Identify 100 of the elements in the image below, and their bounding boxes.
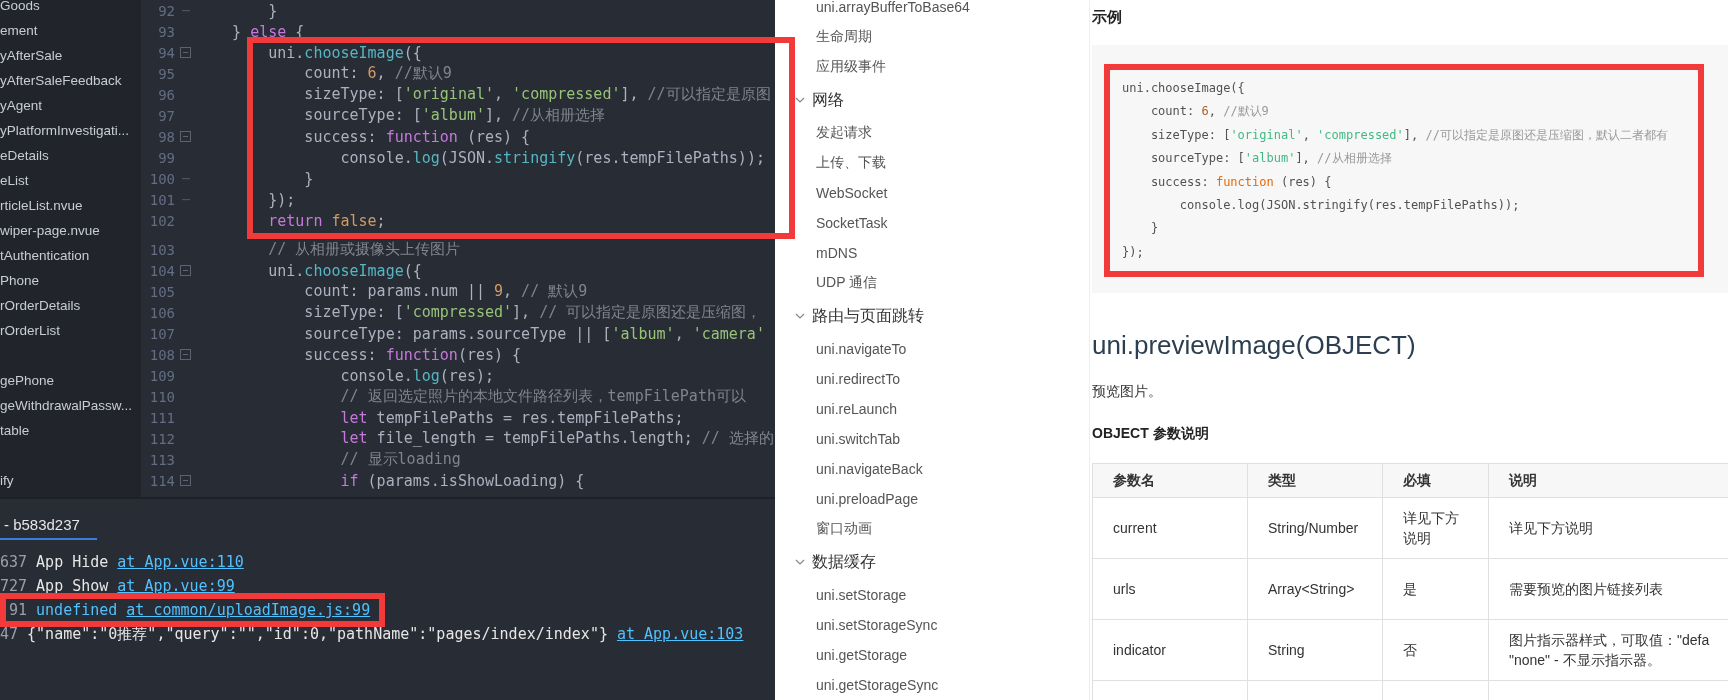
code-line: sourceType: ['album'], //从相册选择 bbox=[1150, 150, 1392, 168]
nav-section-title[interactable]: 网络 bbox=[812, 89, 844, 111]
page-title: uni.previewImage(OBJECT) bbox=[1092, 329, 1417, 362]
file-tree-item[interactable]: yPlatformInvestigati... bbox=[0, 123, 130, 138]
nav-link[interactable]: SocketTask bbox=[816, 215, 888, 231]
nav-link[interactable]: uni.setStorage bbox=[816, 587, 907, 603]
nav-link[interactable]: WebSocket bbox=[816, 185, 888, 201]
nav-link[interactable]: uni.reLaunch bbox=[816, 401, 897, 417]
file-tree-item[interactable]: Phone bbox=[0, 273, 40, 288]
code-line: } bbox=[1150, 220, 1159, 238]
code-line: success: function(res) { bbox=[304, 345, 522, 364]
code-line: console.log(res); bbox=[340, 366, 494, 385]
code-line: }); bbox=[1122, 243, 1144, 261]
code-line: // 从相册或摄像头上传图片 bbox=[268, 240, 461, 259]
file-tree-item[interactable]: rticleList.nvue bbox=[0, 198, 83, 213]
file-tree-item[interactable]: yAfterSale bbox=[0, 48, 63, 63]
file-tree-item[interactable]: ify bbox=[0, 473, 14, 488]
code-line: sizeType: ['compressed'], // 可以指定是原图还是压缩图， bbox=[304, 303, 762, 322]
line-number: 97 bbox=[157, 107, 175, 124]
log-timestamp: 637 bbox=[0, 553, 28, 571]
nav-link[interactable]: uni.getStorageSync bbox=[816, 677, 939, 693]
table-cell: String bbox=[1247, 619, 1383, 681]
code-line: // 返回选定照片的本地文件路径列表，tempFilePath可以 bbox=[340, 387, 746, 406]
nav-link[interactable]: 应用级事件 bbox=[816, 58, 886, 76]
line-number: 100 bbox=[148, 170, 175, 187]
source-link[interactable]: at common/uploadImage.js:99 bbox=[126, 601, 371, 619]
nav-link[interactable]: uni.setStorageSync bbox=[816, 617, 938, 633]
file-tree-item[interactable]: yAfterSaleFeedback bbox=[0, 73, 122, 88]
code-line: console.log(JSON.stringify(res.tempFilePaths)); bbox=[1179, 196, 1520, 214]
console-tab[interactable]: - b583d237 bbox=[0, 499, 97, 540]
code-line: uni.chooseImage({ bbox=[268, 43, 422, 62]
column-header: 类型 bbox=[1247, 463, 1383, 498]
table-cell: urls bbox=[1092, 558, 1248, 620]
nav-section-title[interactable]: 路由与页面跳转 bbox=[812, 305, 924, 327]
file-tree-item[interactable]: geWithdrawalPassw... bbox=[0, 398, 133, 413]
file-tree-item[interactable]: eDetails bbox=[0, 148, 49, 163]
code-line: count: params.num || 9, // 默认9 bbox=[304, 282, 588, 301]
nav-link[interactable]: uni.navigateBack bbox=[816, 461, 923, 477]
code-line: sizeType: ['original', 'compressed'], //可以指定是原图还是压缩图，默认二者都有 bbox=[1150, 126, 1668, 144]
code-line: // 显示loading bbox=[340, 450, 461, 469]
line-number: 104 bbox=[148, 262, 175, 279]
code-line: sourceType: ['album'], //从相册选择 bbox=[304, 106, 606, 125]
nav-link[interactable]: uni.arrayBufferToBase64 bbox=[816, 0, 970, 15]
nav-section-title[interactable]: 数据缓存 bbox=[812, 551, 876, 573]
log-timestamp: 727 bbox=[0, 577, 28, 595]
file-tree-item[interactable]: rOrderDetails bbox=[0, 298, 81, 313]
file-tree-item[interactable]: table bbox=[0, 423, 30, 438]
line-number: 102 bbox=[148, 212, 175, 229]
line-number: 98 bbox=[157, 128, 175, 145]
nav-link[interactable]: uni.switchTab bbox=[816, 431, 901, 447]
file-tree-item[interactable]: rOrderList bbox=[0, 323, 60, 338]
source-link[interactable]: at App.vue:99 bbox=[117, 577, 235, 595]
line-number: 112 bbox=[148, 430, 175, 447]
section-heading: 示例 bbox=[1092, 7, 1123, 27]
line-number: 114 bbox=[148, 472, 175, 489]
nav-link[interactable]: 生命周期 bbox=[816, 28, 872, 46]
code-line: } bbox=[304, 169, 314, 188]
source-link[interactable]: at App.vue:103 bbox=[616, 625, 744, 643]
code-line: if (params.isShowLoading) { bbox=[340, 471, 585, 490]
code-line: } bbox=[268, 1, 278, 20]
log-timestamp: 91 bbox=[9, 601, 28, 619]
line-number: 99 bbox=[157, 149, 175, 166]
code-line: let tempFilePaths = res.tempFilePaths; bbox=[340, 408, 684, 427]
nav-link[interactable]: 上传、下载 bbox=[816, 154, 886, 172]
file-tree-item[interactable]: wiper-page.nvue bbox=[0, 223, 100, 238]
code-line: success: function (res) { bbox=[304, 127, 531, 146]
log-timestamp: 47 bbox=[0, 625, 19, 643]
code-line: console.log(JSON.stringify(res.tempFilePaths)); bbox=[340, 148, 765, 167]
nav-link[interactable]: mDNS bbox=[816, 245, 858, 261]
code-line: }); bbox=[268, 190, 296, 209]
description: 预览图片。 bbox=[1092, 382, 1163, 402]
nav-link[interactable]: uni.getStorage bbox=[816, 647, 908, 663]
line-number: 105 bbox=[148, 283, 175, 300]
nav-link[interactable]: uni.redirectTo bbox=[816, 371, 901, 387]
file-tree-item[interactable]: gePhone bbox=[0, 373, 55, 388]
line-number: 110 bbox=[148, 388, 175, 405]
line-number: 113 bbox=[148, 451, 175, 468]
file-tree-item[interactable]: ement bbox=[0, 23, 38, 38]
table-cell: current bbox=[1092, 497, 1248, 559]
nav-link[interactable]: uni.navigateTo bbox=[816, 341, 907, 357]
line-number: 106 bbox=[148, 304, 175, 321]
section-heading: OBJECT 参数说明 bbox=[1092, 424, 1210, 444]
log-message: App Show bbox=[36, 577, 109, 595]
file-tree-item[interactable]: Goods bbox=[0, 0, 40, 13]
nav-link[interactable]: 窗口动画 bbox=[816, 520, 872, 538]
log-message: {"name":"0推荐","query":"","id":0,"pathName":"pages/index/index"} bbox=[27, 624, 608, 644]
code-line: uni.chooseImage({ bbox=[1122, 80, 1245, 97]
nav-link[interactable]: UDP 通信 bbox=[816, 274, 878, 292]
log-message: App Hide bbox=[36, 553, 109, 571]
nav-link[interactable]: 发起请求 bbox=[816, 124, 872, 142]
file-tree-item[interactable]: eList bbox=[0, 173, 29, 188]
code-line: count: 6, //默认9 bbox=[1150, 103, 1269, 121]
source-link[interactable]: at App.vue:110 bbox=[117, 553, 244, 571]
file-tree-item[interactable]: tAuthentication bbox=[0, 248, 90, 263]
nav-link[interactable]: uni.preloadPage bbox=[816, 491, 918, 507]
file-tree-item[interactable]: yAgent bbox=[0, 98, 43, 113]
line-number: 108 bbox=[148, 346, 175, 363]
column-header: 说明 bbox=[1488, 463, 1728, 498]
table-cell: 详见下方说明 bbox=[1382, 497, 1489, 559]
line-number: 93 bbox=[157, 23, 175, 40]
